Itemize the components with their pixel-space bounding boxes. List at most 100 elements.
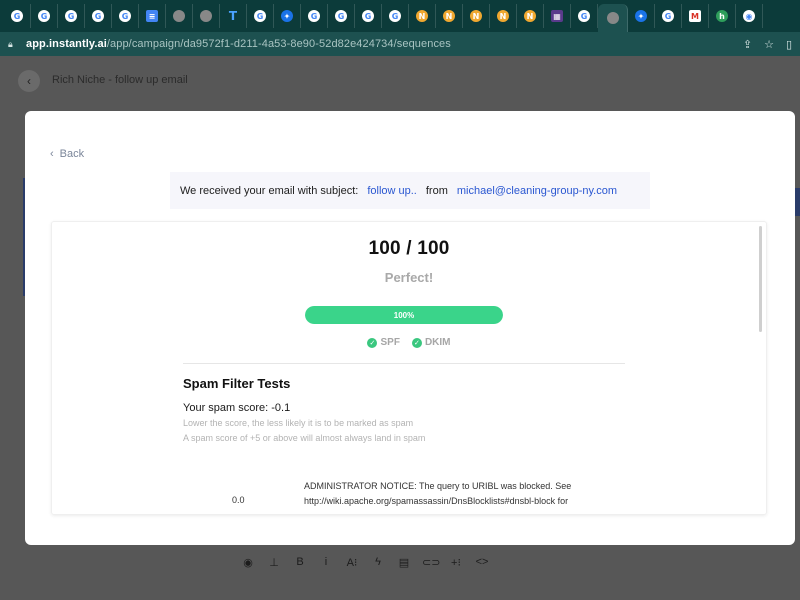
deliverability-score: 100 / 100 xyxy=(368,238,450,259)
generic-site-icon xyxy=(200,10,212,22)
spam-threshold-note: A spam score of +5 or above will almost … xyxy=(183,433,426,443)
link-icon[interactable]: ⊂⊃ xyxy=(422,556,440,569)
google-icon: G xyxy=(335,10,347,22)
browser-tab-strip: G G G G G ≡ T G ✦ G G G G N N N N N ▦ G ✦ G Mh ◉ xyxy=(0,0,800,32)
spf-label: SPF xyxy=(380,337,400,348)
google-icon: G xyxy=(254,10,266,22)
editor-toolbar: ◉ ⊥ Bi A⁝ ϟ ▤ ⊂⊃ +⁝ <> xyxy=(240,552,530,572)
browser-tab[interactable]: G xyxy=(355,4,382,28)
browser-tab[interactable]: G xyxy=(655,4,682,28)
back-link[interactable]: ‹ Back xyxy=(50,148,84,160)
google-docs-icon: ≡ xyxy=(146,10,158,22)
from-label: from xyxy=(425,184,448,197)
google-icon: G xyxy=(389,10,401,22)
browser-tab[interactable]: G xyxy=(382,4,409,28)
spam-tests-heading: Spam Filter Tests xyxy=(183,376,291,391)
lock-icon[interactable]: 🔒︎ xyxy=(8,39,18,49)
browser-tab[interactable]: N xyxy=(409,4,436,28)
browser-tab[interactable]: G xyxy=(247,4,274,28)
browser-tab[interactable]: ✦ xyxy=(628,4,655,28)
green-h-icon: h xyxy=(716,10,728,22)
browser-tab[interactable]: G xyxy=(58,4,85,28)
sender-email: michael@cleaning-group-ny.com xyxy=(456,184,618,197)
browser-tab[interactable] xyxy=(193,4,220,28)
browser-tab[interactable]: M xyxy=(682,4,709,28)
google-icon: G xyxy=(308,10,320,22)
instantly-icon xyxy=(606,12,619,24)
spf-check: ✓ SPF xyxy=(367,337,400,348)
layout-icon[interactable]: ▤ xyxy=(396,556,412,569)
browser-tab[interactable]: ✦ xyxy=(274,4,301,28)
address-bar[interactable]: 🔒︎ app.instantly.ai/app/campaign/da9572f… xyxy=(0,32,800,56)
url-path: /app/campaign/da9572f1-d211-4a53-8e90-52… xyxy=(106,38,451,50)
spam-score-text: Your spam score: -0.1 xyxy=(183,402,291,414)
browser-tab[interactable]: G xyxy=(4,4,31,28)
google-icon: G xyxy=(38,10,50,22)
browser-tab[interactable] xyxy=(598,4,628,32)
score-progress-fill: 100% xyxy=(305,306,503,324)
orange-n-icon: N xyxy=(416,10,428,22)
browser-tab[interactable]: G xyxy=(85,4,112,28)
browser-tab[interactable]: ◉ xyxy=(736,4,763,28)
share-icon[interactable]: ⇪ xyxy=(743,38,752,51)
browser-tab[interactable]: ≡ xyxy=(139,4,166,28)
browser-tab[interactable]: N xyxy=(436,4,463,28)
received-prefix: We received your email with subject: xyxy=(180,184,359,197)
url-host: app.instantly.ai xyxy=(26,38,107,50)
browser-tab[interactable]: ▦ xyxy=(544,4,571,28)
received-email-banner: We received your email with subject: fol… xyxy=(170,172,650,209)
purple-app-icon: ▦ xyxy=(551,10,563,22)
check-icon: ✓ xyxy=(367,337,378,348)
spam-report-panel[interactable]: 100 / 100 Perfect! 100% ✓ SPF ✓ DKIM Spa… xyxy=(51,221,767,515)
font-size-icon[interactable]: A⁝ xyxy=(344,556,360,569)
stamp-icon[interactable]: ⊥ xyxy=(266,556,282,569)
extension-icon[interactable]: ▯ xyxy=(786,38,792,51)
code-icon[interactable]: <> xyxy=(474,556,490,568)
star-icon[interactable]: ☆ xyxy=(764,38,774,51)
address-bar-actions: ⇪ ☆ ▯ xyxy=(743,38,792,51)
gmail-icon: M xyxy=(689,10,701,22)
rule-description: ADMINISTRATOR NOTICE: The query to URIBL… xyxy=(304,481,572,506)
browser-tab[interactable]: G xyxy=(112,4,139,28)
google-icon: G xyxy=(662,10,674,22)
bold-icon[interactable]: B xyxy=(292,556,308,568)
browser-tab[interactable] xyxy=(166,4,193,28)
browser-tab[interactable]: G xyxy=(571,4,598,28)
browser-tab[interactable]: G xyxy=(328,4,355,28)
score-verdict: Perfect! xyxy=(384,270,434,285)
t-letter-icon: T xyxy=(228,9,238,23)
insert-icon[interactable]: +⁝ xyxy=(448,556,464,569)
italic-icon[interactable]: i xyxy=(318,556,334,568)
google-icon: G xyxy=(92,10,104,22)
google-icon: G xyxy=(119,10,131,22)
orange-n-icon: N xyxy=(470,10,482,22)
blue-gear-icon: ✦ xyxy=(635,10,647,22)
auth-checks: ✓ SPF ✓ DKIM xyxy=(52,337,766,348)
dkim-label: DKIM xyxy=(424,337,451,348)
email-subject: follow up.. xyxy=(367,184,417,197)
browser-tab[interactable]: N xyxy=(490,4,517,28)
spam-score-note: Lower the score, the less likely it is t… xyxy=(183,418,414,428)
browser-tab[interactable]: G xyxy=(301,4,328,28)
score-progress-bar: 100% xyxy=(305,306,503,324)
lightning-icon[interactable]: ϟ xyxy=(370,556,386,568)
orange-n-icon: N xyxy=(524,10,536,22)
app-back-button[interactable]: ‹ xyxy=(18,70,40,92)
rule-score: 0.0 xyxy=(232,495,245,505)
circle-icon[interactable]: ◉ xyxy=(240,556,256,569)
browser-tab[interactable]: G xyxy=(31,4,58,28)
google-icon: G xyxy=(65,10,77,22)
browser-tab[interactable]: N xyxy=(517,4,544,28)
blue-gear-icon: ✦ xyxy=(281,10,293,22)
google-icon: G xyxy=(362,10,374,22)
chrome-icon: ◉ xyxy=(743,10,755,22)
section-divider xyxy=(183,363,625,364)
campaign-title: Rich Niche - follow up email xyxy=(52,74,188,86)
browser-tab[interactable]: h xyxy=(709,4,736,28)
spam-test-modal: ‹ Back We received your email with subje… xyxy=(25,111,795,545)
google-icon: G xyxy=(578,10,590,22)
check-icon: ✓ xyxy=(411,337,422,348)
browser-tab[interactable]: N xyxy=(463,4,490,28)
browser-tab[interactable]: T xyxy=(220,4,247,28)
url-text[interactable]: app.instantly.ai/app/campaign/da9572f1-d… xyxy=(26,38,451,50)
